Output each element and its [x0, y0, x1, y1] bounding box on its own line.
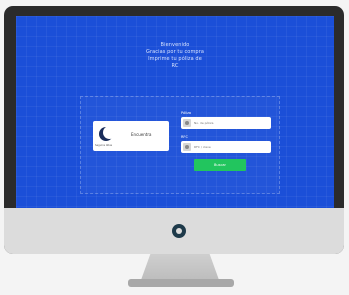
logo-caption: Seguros Atlas: [95, 144, 113, 147]
field1-wrapper: [181, 117, 271, 129]
key-icon: [183, 143, 191, 151]
field2-label: RFC: [181, 135, 188, 139]
field2-wrapper: [181, 141, 271, 153]
welcome-message: Bienvenido Gracias por tu compra Imprime…: [16, 42, 334, 70]
monitor-screen: Bienvenido Gracias por tu compra Imprime…: [16, 16, 334, 208]
welcome-line-3: Imprime tu póliza de: [148, 56, 202, 62]
power-icon[interactable]: [172, 224, 186, 238]
monitor-stand-base: [128, 279, 234, 287]
submit-button[interactable]: Buscar: [194, 159, 246, 171]
policy-number-input[interactable]: [194, 119, 264, 127]
login-panel: Seguros Atlas Encuentra Póliza RFC Busca…: [80, 96, 280, 194]
logo-brand-name: Encuentra: [131, 132, 152, 137]
field1-label: Póliza: [181, 111, 192, 115]
lookup-form: Póliza RFC Buscar: [181, 111, 271, 171]
welcome-line-4: RC: [171, 63, 179, 69]
company-logo-card: Seguros Atlas Encuentra: [93, 121, 169, 151]
moon-logo-cutout: [103, 126, 116, 139]
welcome-line-2: Gracias por tu compra: [145, 49, 205, 55]
user-icon: [183, 119, 191, 127]
rfc-input[interactable]: [194, 143, 264, 151]
monitor-stand-neck: [141, 254, 219, 280]
welcome-line-1: Bienvenido: [160, 42, 190, 48]
